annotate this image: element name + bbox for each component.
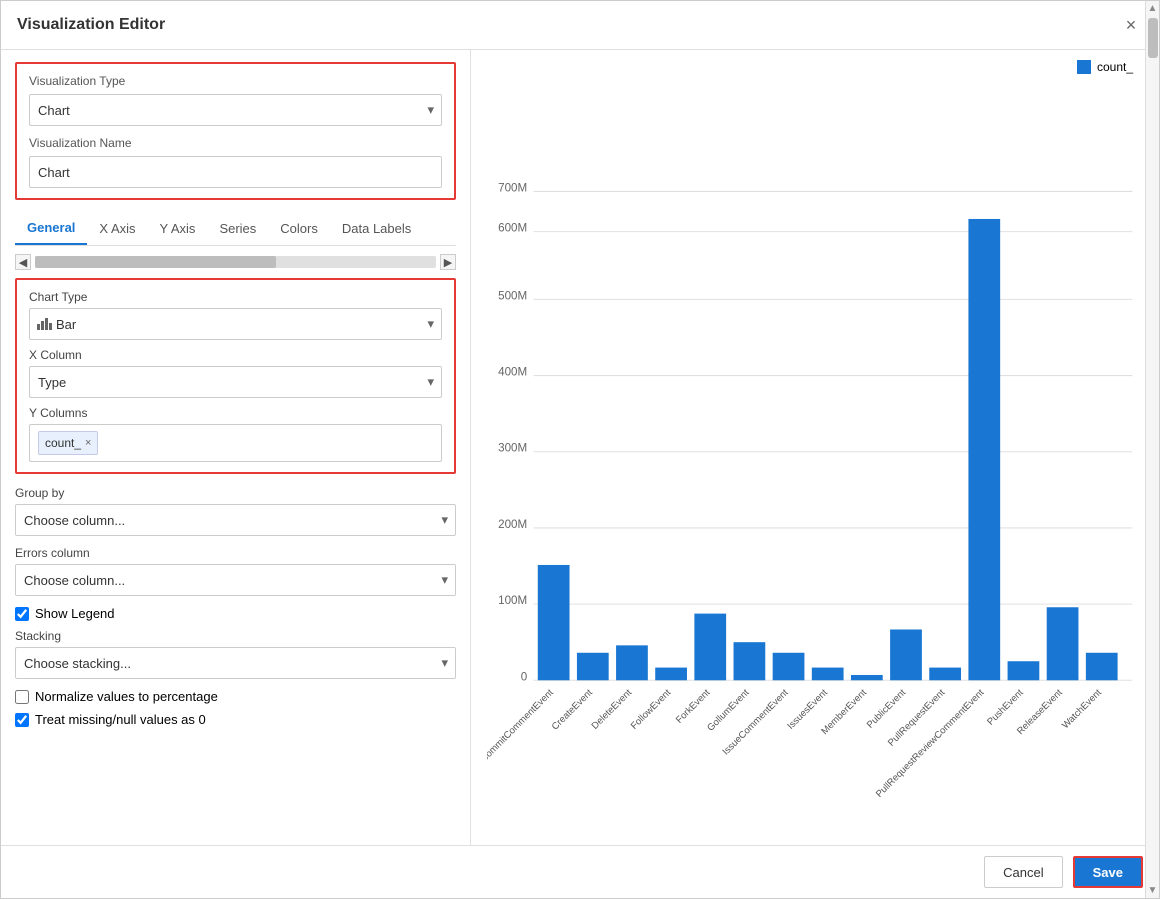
show-legend-row: Show Legend — [15, 606, 456, 621]
svg-text:CreateEvent: CreateEvent — [550, 687, 595, 732]
left-panel: Visualization Type Chart Visualization N… — [1, 50, 471, 845]
svg-text:0: 0 — [521, 670, 528, 683]
x-column-label: X Column — [29, 348, 442, 362]
tab-yaxis[interactable]: Y Axis — [148, 213, 208, 244]
tab-general[interactable]: General — [15, 212, 87, 245]
tabs-row: General X Axis Y Axis Series Colors Data… — [15, 212, 456, 246]
legend-label: count_ — [1097, 60, 1133, 74]
y-columns-label: Y Columns — [29, 406, 442, 420]
normalize-checkbox[interactable] — [15, 690, 29, 704]
bar-8 — [851, 675, 883, 680]
svg-text:DeleteEvent: DeleteEvent — [590, 687, 635, 732]
viz-type-name-section: Visualization Type Chart Visualization N… — [15, 62, 456, 200]
scroll-track — [35, 256, 436, 268]
svg-text:WatchEvent: WatchEvent — [1060, 687, 1104, 731]
bar-14 — [1086, 653, 1118, 681]
chart-settings-section: Chart Type Bar X Column Type — [15, 278, 456, 474]
scroll-thumb — [35, 256, 276, 268]
tab-datalabels[interactable]: Data Labels — [330, 213, 423, 244]
svg-text:FollowEvent: FollowEvent — [629, 687, 674, 732]
bar-9 — [890, 629, 922, 680]
normalize-label: Normalize values to percentage — [35, 689, 218, 704]
bar-2 — [616, 645, 648, 680]
bar-10 — [929, 668, 961, 681]
bar-12 — [1008, 661, 1040, 680]
cancel-button[interactable]: Cancel — [984, 856, 1062, 888]
legend-color-swatch — [1077, 60, 1091, 74]
stacking-label: Stacking — [15, 629, 456, 643]
viz-name-input[interactable] — [29, 156, 442, 188]
bar-5 — [734, 642, 766, 680]
group-by-row: Group by Choose column... — [15, 486, 456, 536]
chart-container: count_ 0 100M 200M 300M 400M 500M 600M 7… — [487, 60, 1143, 835]
errors-column-select[interactable]: Choose column... — [15, 564, 456, 596]
x-column-select[interactable]: Type — [29, 366, 442, 398]
vertical-scrollbar[interactable]: ▲ ▼ — [1145, 50, 1159, 845]
show-legend-label: Show Legend — [35, 606, 115, 621]
svg-text:PushEvent: PushEvent — [985, 687, 1026, 728]
viz-type-select[interactable]: Chart — [29, 94, 442, 126]
svg-text:600M: 600M — [498, 222, 527, 235]
viz-type-label: Visualization Type — [29, 74, 442, 88]
bar-3 — [655, 668, 687, 681]
bar-1 — [577, 653, 609, 681]
svg-text:400M: 400M — [498, 366, 527, 379]
y-columns-box: count_ × — [29, 424, 442, 462]
bar-4 — [694, 614, 726, 681]
dialog-footer: Cancel Save — [1, 845, 1159, 898]
close-button[interactable]: × — [1119, 13, 1143, 37]
treat-null-checkbox[interactable] — [15, 713, 29, 727]
errors-column-row: Errors column Choose column... — [15, 546, 456, 596]
viz-name-label: Visualization Name — [29, 136, 442, 150]
horizontal-scrollbar[interactable]: ◀ ▶ — [15, 254, 456, 270]
dialog-body: Visualization Type Chart Visualization N… — [1, 50, 1159, 845]
scroll-left-arrow[interactable]: ◀ — [15, 254, 31, 270]
bar-7 — [812, 668, 844, 681]
viz-type-select-wrapper: Chart — [29, 94, 442, 126]
bar-13 — [1047, 607, 1079, 680]
svg-text:100M: 100M — [498, 594, 527, 607]
group-by-label: Group by — [15, 486, 456, 500]
y-column-tag: count_ × — [38, 431, 98, 455]
tab-colors[interactable]: Colors — [268, 213, 330, 244]
y-column-tag-close[interactable]: × — [85, 437, 91, 449]
normalize-row: Normalize values to percentage — [15, 689, 456, 704]
errors-column-label: Errors column — [15, 546, 456, 560]
svg-text:ForkEvent: ForkEvent — [674, 687, 713, 726]
right-panel: count_ 0 100M 200M 300M 400M 500M 600M 7… — [471, 50, 1159, 845]
svg-text:500M: 500M — [498, 289, 527, 302]
y-column-tag-label: count_ — [45, 436, 81, 450]
errors-column-select-wrapper: Choose column... — [15, 564, 456, 596]
stacking-row: Stacking Choose stacking... — [15, 629, 456, 679]
svg-text:700M: 700M — [498, 181, 527, 194]
bar-6 — [773, 653, 805, 681]
stacking-select[interactable]: Choose stacking... — [15, 647, 456, 679]
show-legend-checkbox[interactable] — [15, 607, 29, 621]
tab-xaxis[interactable]: X Axis — [87, 213, 147, 244]
dialog-title: Visualization Editor — [17, 16, 165, 34]
chart-type-select[interactable]: Bar — [29, 308, 442, 340]
chart-type-label: Chart Type — [29, 290, 442, 304]
treat-null-row: Treat missing/null values as 0 — [15, 712, 456, 727]
bar-0 — [538, 565, 570, 680]
bar-11 — [968, 219, 1000, 680]
group-by-select-wrapper: Choose column... — [15, 504, 456, 536]
tab-series[interactable]: Series — [207, 213, 268, 244]
dialog-header: Visualization Editor × — [1, 1, 1159, 50]
svg-text:200M: 200M — [498, 518, 527, 531]
svg-text:300M: 300M — [498, 442, 527, 455]
chart-type-select-wrapper: Bar — [29, 308, 442, 340]
vertical-scroll-thumb — [1148, 50, 1158, 58]
chart-legend: count_ — [1077, 60, 1133, 74]
svg-text:IssueCommentEvent: IssueCommentEvent — [720, 687, 790, 757]
visualization-editor-dialog: Visualization Editor × Visualization Typ… — [0, 0, 1160, 899]
stacking-select-wrapper: Choose stacking... — [15, 647, 456, 679]
group-by-select[interactable]: Choose column... — [15, 504, 456, 536]
x-column-select-wrapper: Type — [29, 366, 442, 398]
svg-text:CommitCommentEvent: CommitCommentEvent — [487, 687, 556, 765]
bar-chart: 0 100M 200M 300M 400M 500M 600M 700M — [487, 60, 1143, 835]
scroll-right-arrow[interactable]: ▶ — [440, 254, 456, 270]
treat-null-label: Treat missing/null values as 0 — [35, 712, 206, 727]
save-button[interactable]: Save — [1073, 856, 1143, 888]
